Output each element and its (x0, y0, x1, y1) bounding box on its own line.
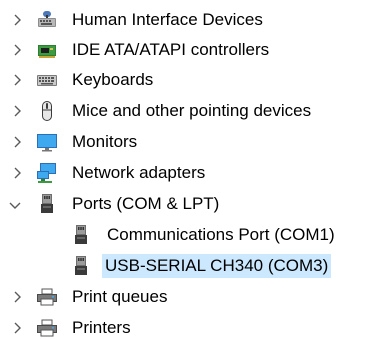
monitor-icon (36, 131, 58, 153)
chevron-right-icon[interactable] (10, 321, 24, 335)
tree-item-human-interface-devices[interactable]: Human Interface Devices (0, 5, 388, 35)
chevron-right-icon[interactable] (10, 166, 24, 180)
ide-controller-icon (36, 39, 58, 61)
tree-item-label: Human Interface Devices (72, 10, 263, 29)
tree-item-label: IDE ATA/ATAPI controllers (72, 40, 270, 59)
chevron-right-icon[interactable] (10, 290, 24, 304)
tree-item-label: Keyboards (72, 70, 154, 89)
mouse-icon (36, 100, 58, 122)
chevron-right-icon[interactable] (10, 43, 24, 57)
tree-child-usb-serial-ch340-com3[interactable]: USB-SERIAL CH340 (COM3) (0, 251, 388, 281)
printer-icon (36, 317, 58, 339)
port-icon (70, 255, 92, 277)
tree-item-label: Printers (72, 318, 131, 337)
tree-item-monitors[interactable]: Monitors (0, 127, 388, 157)
chevron-right-icon[interactable] (10, 13, 24, 27)
tree-item-label: Mice and other pointing devices (72, 101, 312, 120)
tree-item-printers[interactable]: Printers (0, 313, 388, 339)
tree-item-label: USB-SERIAL CH340 (COM3) (102, 254, 332, 278)
network-adapter-icon (36, 162, 58, 184)
printer-icon (36, 286, 58, 308)
chevron-right-icon[interactable] (10, 104, 24, 118)
tree-item-ide-ata-atapi-controllers[interactable]: IDE ATA/ATAPI controllers (0, 35, 388, 65)
chevron-down-icon[interactable] (8, 198, 22, 212)
chevron-right-icon[interactable] (10, 135, 24, 149)
tree-item-print-queues[interactable]: Print queues (0, 282, 388, 312)
keyboard-icon (36, 69, 58, 91)
tree-item-keyboards[interactable]: Keyboards (0, 65, 388, 95)
tree-item-label: Ports (COM & LPT) (72, 194, 220, 213)
chevron-right-icon[interactable] (10, 73, 24, 87)
port-icon (36, 193, 58, 215)
tree-item-label: Network adapters (72, 163, 206, 182)
tree-item-network-adapters[interactable]: Network adapters (0, 158, 388, 188)
tree-item-ports-com-lpt[interactable]: Ports (COM & LPT) (0, 189, 388, 219)
tree-child-communications-port-com1[interactable]: Communications Port (COM1) (0, 220, 388, 250)
tree-item-mice-and-other-pointing-devices[interactable]: Mice and other pointing devices (0, 96, 388, 126)
hid-icon (36, 9, 58, 31)
tree-item-label: Communications Port (COM1) (107, 225, 335, 244)
tree-item-label: Monitors (72, 132, 138, 151)
port-icon (70, 224, 92, 246)
tree-item-label: Print queues (72, 287, 168, 306)
